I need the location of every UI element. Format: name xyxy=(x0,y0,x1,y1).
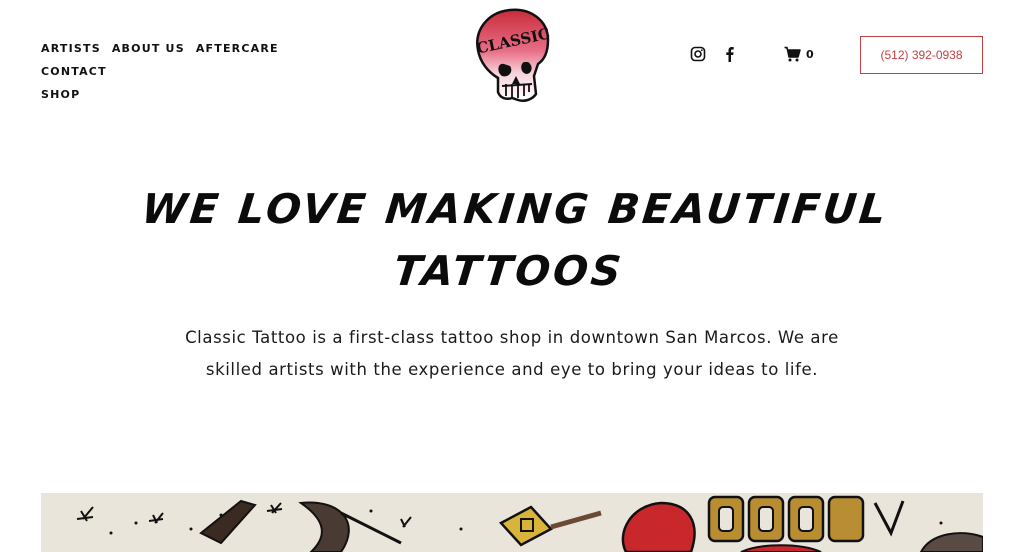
instagram-icon xyxy=(690,46,706,62)
nav-artists[interactable]: ARTISTS xyxy=(41,37,101,60)
tattoo-flash-banner xyxy=(41,493,983,552)
cart-button[interactable]: 0 xyxy=(784,46,814,62)
phone-button[interactable]: (512) 392-0938 xyxy=(860,36,983,74)
nav-about-us[interactable]: ABOUT US xyxy=(112,37,185,60)
cart-count: 0 xyxy=(806,47,814,61)
nav-aftercare[interactable]: AFTERCARE xyxy=(196,37,279,60)
instagram-link[interactable] xyxy=(690,46,706,66)
tattoo-flash-artwork-icon xyxy=(41,493,983,552)
cart-icon xyxy=(784,46,801,62)
site-logo[interactable]: CLASSIC xyxy=(474,6,552,104)
nav-shop[interactable]: SHOP xyxy=(41,83,80,106)
hero-description: Classic Tattoo is a first-class tattoo s… xyxy=(185,328,839,379)
skull-logo-icon: CLASSIC xyxy=(475,8,552,102)
facebook-icon xyxy=(726,47,734,62)
hero-title: We love making beautiful tattoos xyxy=(139,185,892,295)
facebook-link[interactable] xyxy=(723,46,737,66)
nav-row: SHOP xyxy=(41,83,341,106)
main-nav: ARTISTS ABOUT US AFTERCARE CONTACT SHOP xyxy=(41,37,341,106)
nav-contact[interactable]: CONTACT xyxy=(41,60,107,83)
